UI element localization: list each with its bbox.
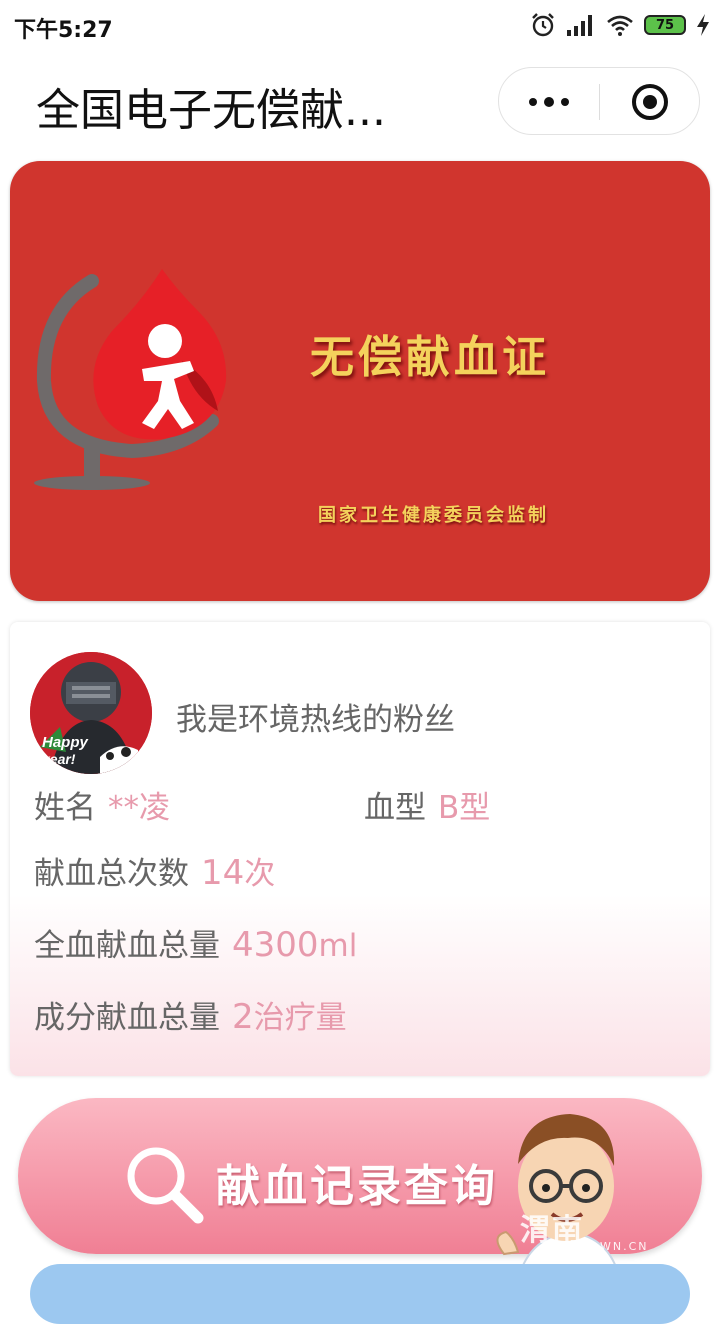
- name-label: 姓名: [34, 790, 96, 826]
- username: 我是环境热线的粉丝: [176, 702, 455, 738]
- certificate-issuer: 国家卫生健康委员会监制: [318, 505, 549, 526]
- component-label: 成分献血总量: [34, 1000, 220, 1036]
- charging-icon: [697, 14, 709, 36]
- name-value: **凌: [108, 790, 170, 826]
- search-icon: [127, 1147, 204, 1224]
- doctor-mascot: [496, 1114, 622, 1280]
- donation-count-row: 献血总次数 14次: [34, 848, 275, 893]
- donation-count-unit: 次: [244, 856, 276, 892]
- battery-level: 75: [655, 17, 675, 33]
- battery-icon: 75: [644, 15, 686, 35]
- close-button[interactable]: [600, 68, 700, 136]
- blood-type-label: 血型: [364, 790, 426, 826]
- alarm-icon: [532, 13, 554, 37]
- whole-blood-row: 全血献血总量 4300ml: [34, 920, 357, 965]
- whole-blood-label: 全血献血总量: [34, 928, 220, 964]
- component-number: 2: [232, 997, 254, 1037]
- navigation-bar: 全国电子无偿献...: [0, 50, 720, 158]
- blood-type-value: B型: [438, 790, 491, 826]
- name-row: 姓名 **凌: [34, 782, 170, 827]
- signal-icon: [567, 15, 592, 36]
- whole-blood-unit: ml: [318, 928, 358, 964]
- watermark-sub: WN.CN: [600, 1240, 649, 1253]
- avatar[interactable]: Happy year!: [30, 652, 152, 774]
- mini-program-capsule: [498, 67, 700, 135]
- more-button[interactable]: [499, 68, 599, 136]
- donation-count-label: 献血总次数: [34, 856, 189, 892]
- avatar-text-year: year!: [41, 751, 76, 767]
- page-title: 全国电子无偿献...: [36, 85, 386, 136]
- wifi-icon: [607, 15, 633, 36]
- component-blood-row: 成分献血总量 2治疗量: [34, 992, 347, 1037]
- records-query-label: 献血记录查询: [216, 1161, 498, 1212]
- avatar-image: Happy year!: [30, 652, 152, 774]
- more-dot-icon: [561, 98, 569, 106]
- avatar-text-happy: Happy: [42, 734, 89, 751]
- blood-type-row: 血型 B型: [364, 782, 490, 827]
- donor-info-card: Happy year! 我是环境热线的粉丝 姓名 **凌 血型 B型 献血总次数 14…: [10, 622, 710, 1076]
- status-icons: 75: [530, 10, 710, 40]
- status-bar: 下午5:27 75: [0, 0, 720, 50]
- next-action-button[interactable]: [30, 1264, 690, 1324]
- certificate-title: 无偿献血证: [310, 332, 550, 383]
- watermark: 渭南: [520, 1213, 584, 1248]
- more-dot-icon: [529, 98, 537, 106]
- status-time: 下午5:27: [14, 18, 113, 43]
- target-close-icon: [632, 84, 668, 120]
- certificate-card: 无偿献血证 国家卫生健康委员会监制: [10, 161, 710, 601]
- whole-blood-number: 4300: [232, 925, 319, 965]
- blood-drop-globe-logo: [34, 269, 227, 490]
- more-dot-icon: [544, 97, 554, 107]
- donation-count-number: 14: [201, 853, 245, 893]
- component-unit: 治疗量: [253, 1000, 347, 1036]
